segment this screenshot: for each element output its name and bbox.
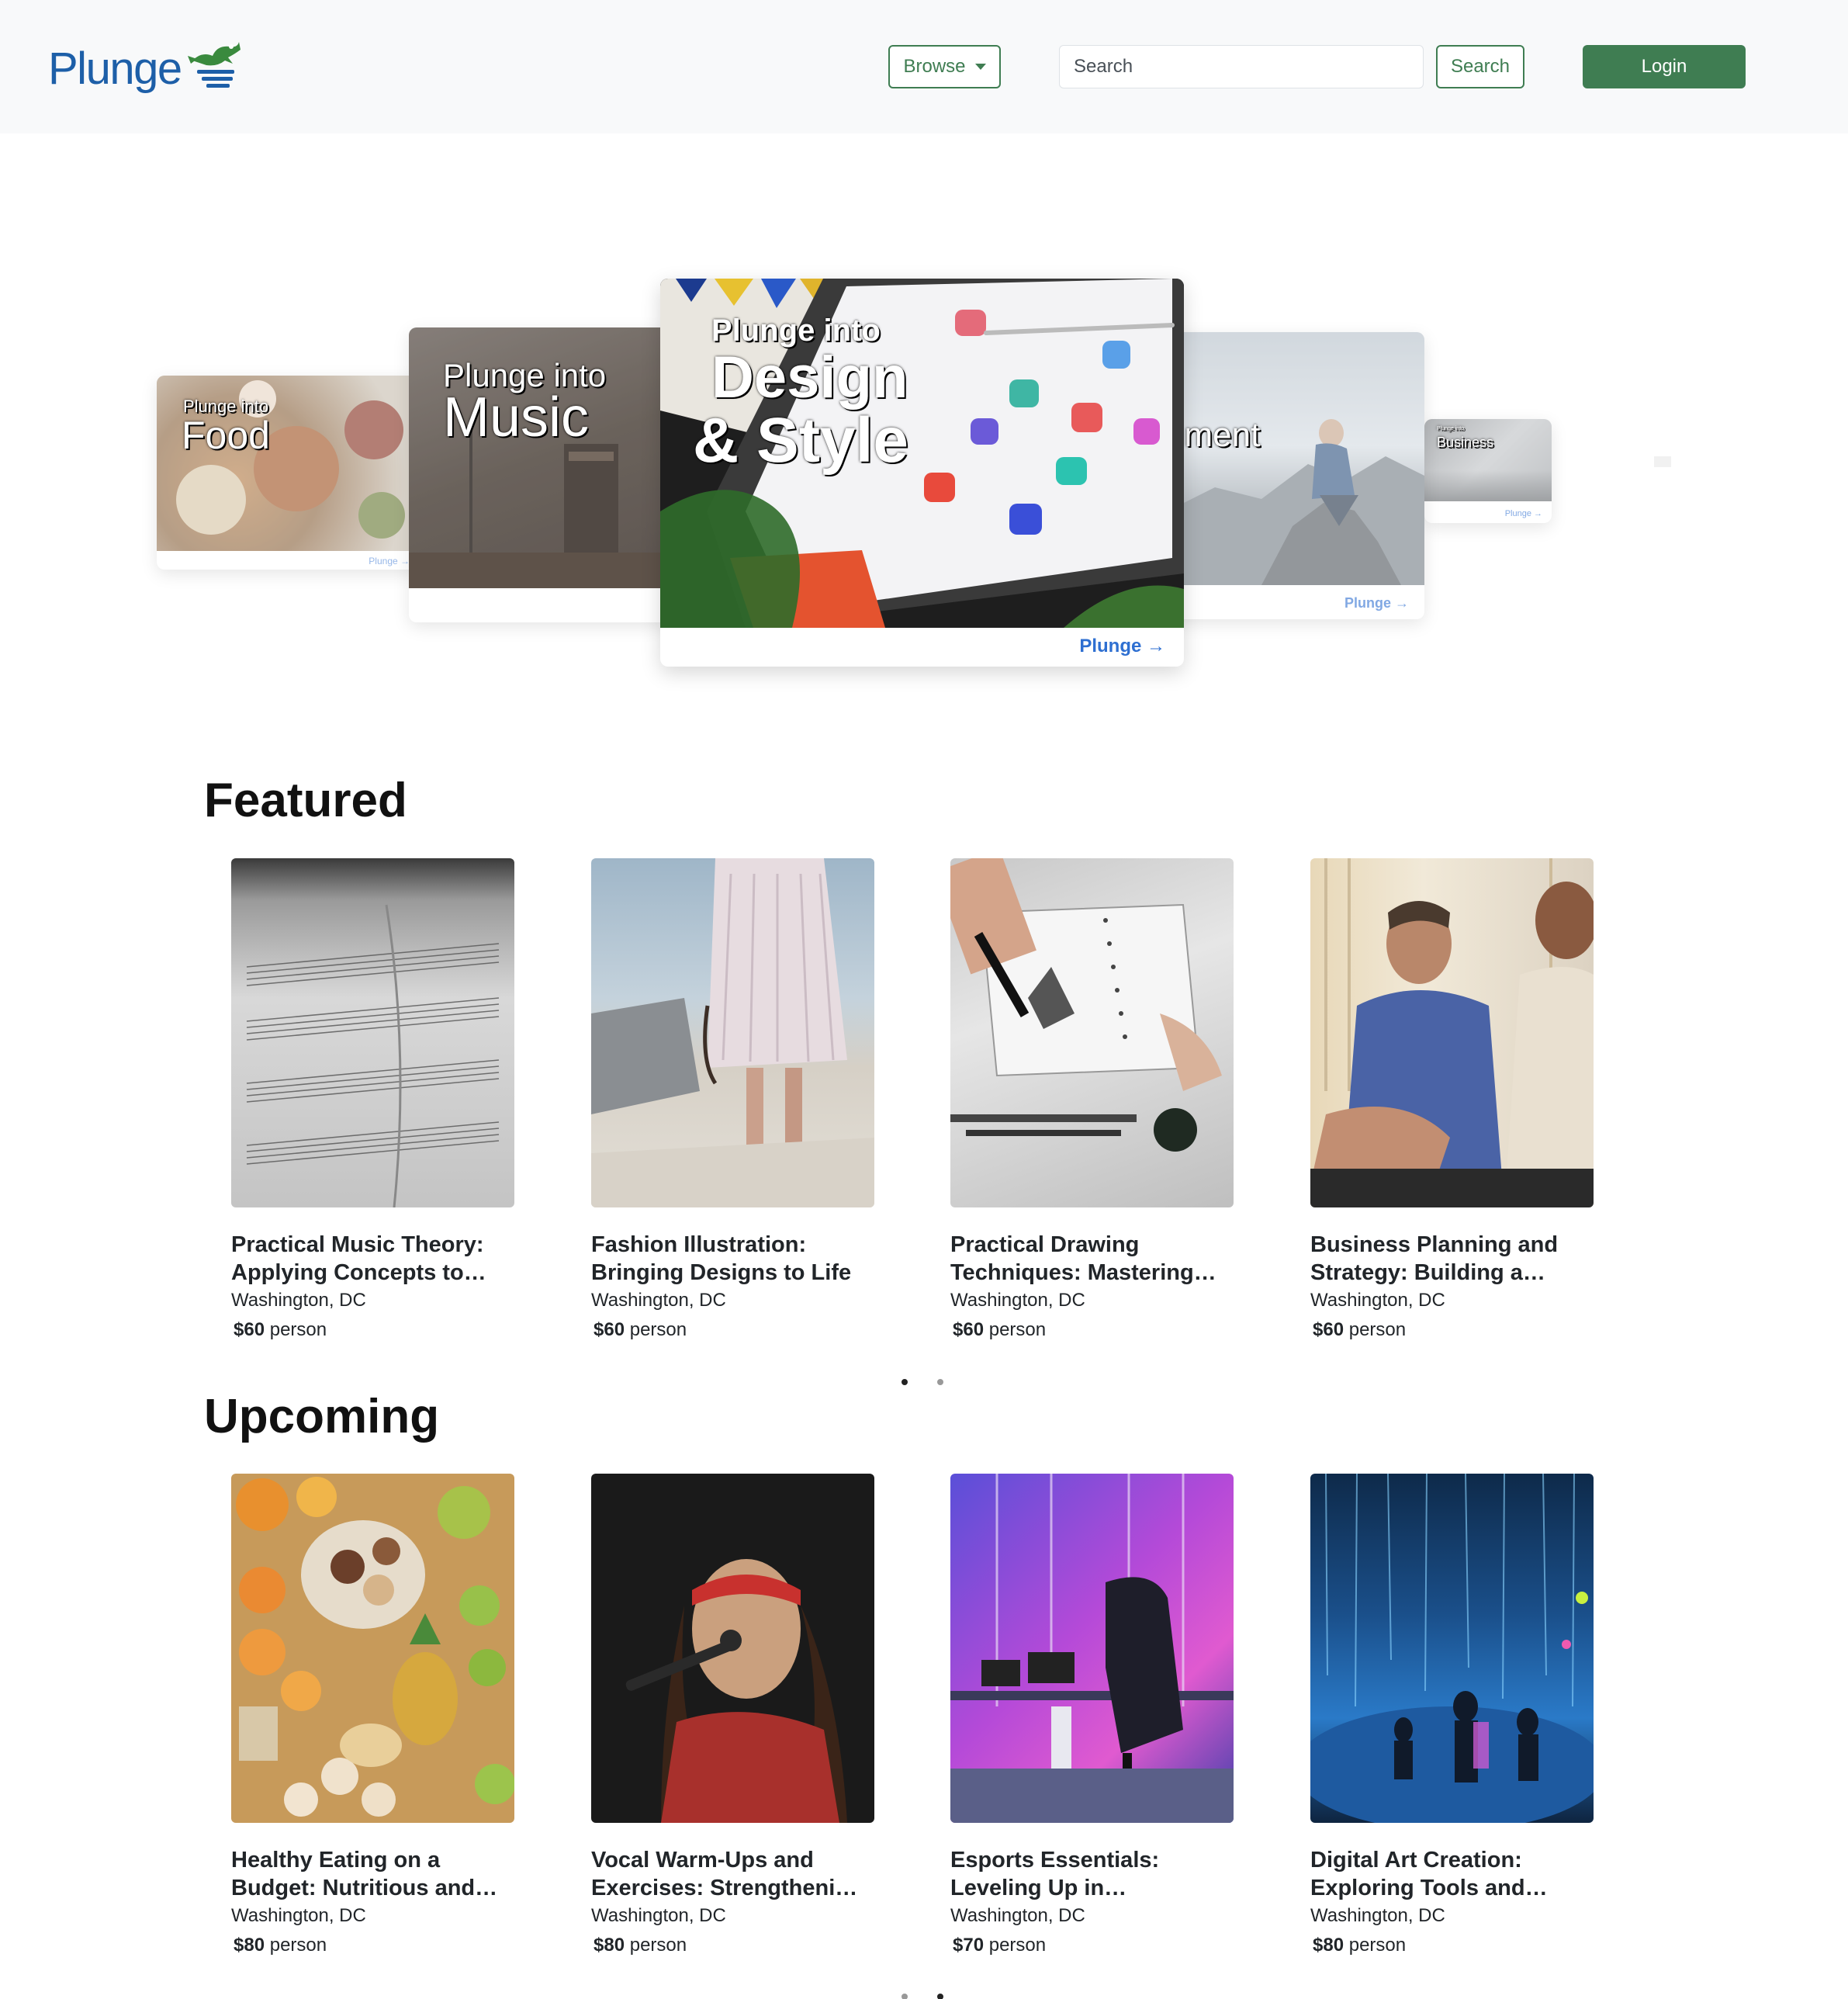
- featured-card-1[interactable]: Practical Music Theory: Applying Concept…: [231, 858, 514, 1341]
- caret-down-icon: [974, 64, 986, 70]
- hero-slide-business-cta[interactable]: Plunge →: [1505, 509, 1542, 518]
- business-men-image: [1310, 858, 1594, 1207]
- card-title: Digital Art Creation: Exploring Tools an…: [1310, 1848, 1548, 1900]
- frog-logo-icon: [187, 42, 241, 88]
- hero-slide-food-topic: Food: [182, 414, 270, 457]
- hero-slide-entertainment[interactable]: nment Plunge →: [1168, 332, 1424, 619]
- price-value: $60: [234, 1319, 265, 1340]
- featured-card-2[interactable]: Fashion Illustration: Bringing Designs t…: [591, 858, 874, 1341]
- card-price: $60 person: [231, 1319, 514, 1341]
- card-title: Healthy Eating on a Budget: Nutritious a…: [231, 1848, 498, 1900]
- price-value: $70: [953, 1935, 985, 1956]
- card-price: $60 person: [950, 1319, 1234, 1341]
- featured-pagination: [902, 1379, 943, 1385]
- price-value: $60: [594, 1319, 625, 1340]
- upcoming-card-1[interactable]: Healthy Eating on a Budget: Nutritious a…: [231, 1474, 514, 1956]
- pagination-dot[interactable]: [902, 1994, 908, 1999]
- card-title: Practical Music Theory: Applying Concept…: [231, 1232, 486, 1285]
- featured-card-4[interactable]: Business Planning and Strategy: Building…: [1310, 858, 1594, 1341]
- price-value: $80: [234, 1935, 265, 1956]
- hero-slide-design-prefix: Plunge into: [711, 314, 881, 348]
- card-price: $60 person: [591, 1319, 874, 1341]
- price-value: $60: [953, 1319, 985, 1340]
- brand-logo[interactable]: Plunge: [48, 37, 242, 99]
- upcoming-card-2[interactable]: Vocal Warm-Ups and Exercises: Strengthen…: [591, 1474, 874, 1956]
- card-location: Washington, DC: [231, 1290, 366, 1311]
- price-unit: person: [988, 1319, 1047, 1340]
- price-unit: person: [629, 1319, 687, 1340]
- sketchbook-image: [950, 858, 1234, 1207]
- hero-slide-far-right[interactable]: [1651, 450, 1674, 497]
- card-price: $80 person: [1310, 1935, 1594, 1956]
- hero-slide-design-cta[interactable]: Plunge →: [1079, 636, 1165, 657]
- featured-title: Featured: [204, 774, 407, 827]
- card-price: $70 person: [950, 1935, 1234, 1956]
- upcoming-card-4[interactable]: Digital Art Creation: Exploring Tools an…: [1310, 1474, 1594, 1956]
- hero-slide-design-topic2: & Style: [693, 405, 908, 476]
- card-location: Washington, DC: [950, 1905, 1085, 1926]
- hero-slide-business-topic: Business: [1437, 435, 1494, 450]
- price-unit: person: [1348, 1319, 1407, 1340]
- login-button[interactable]: Login: [1583, 45, 1746, 88]
- pagination-dot[interactable]: [937, 1379, 943, 1385]
- browse-dropdown-button[interactable]: Browse: [888, 45, 1001, 88]
- pagination-dot[interactable]: [902, 1379, 908, 1385]
- card-location: Washington, DC: [591, 1290, 726, 1311]
- hero-slide-music-topic: Music: [443, 386, 590, 449]
- digital-art-image: [1310, 1474, 1594, 1823]
- price-unit: person: [629, 1935, 687, 1956]
- card-location: Washington, DC: [1310, 1905, 1445, 1926]
- browse-label: Browse: [903, 56, 966, 77]
- hero-slide-business-prefix: Plunge into: [1437, 426, 1465, 431]
- price-unit: person: [269, 1319, 327, 1340]
- card-title: Practical Drawing Techniques: Mastering…: [950, 1232, 1216, 1285]
- hero-carousel: Plunge into Business Plunge → nment Plun…: [0, 133, 1848, 723]
- hero-slide-music[interactable]: Plunge into Music: [409, 327, 673, 622]
- singer-image: [591, 1474, 874, 1823]
- upcoming-title: Upcoming: [204, 1390, 440, 1443]
- search-button[interactable]: Search: [1436, 45, 1524, 88]
- upcoming-card-3[interactable]: Esports Essentials: Leveling Up in… Wash…: [950, 1474, 1234, 1956]
- hero-slide-business[interactable]: Plunge into Business Plunge →: [1424, 419, 1552, 523]
- card-title: Esports Essentials: Leveling Up in…: [950, 1848, 1160, 1900]
- hero-slide-design-style[interactable]: Plunge into Design & Style Plunge →: [660, 279, 1184, 667]
- brand-name: Plunge: [48, 43, 182, 94]
- hero-slide-entertainment-cta[interactable]: Plunge →: [1344, 595, 1409, 611]
- gaming-room-image: [950, 1474, 1234, 1823]
- card-location: Washington, DC: [231, 1905, 366, 1926]
- price-unit: person: [1348, 1935, 1407, 1956]
- card-price: $80 person: [231, 1935, 514, 1956]
- card-price: $80 person: [591, 1935, 874, 1956]
- card-price: $60 person: [1310, 1319, 1594, 1341]
- card-location: Washington, DC: [950, 1290, 1085, 1311]
- price-unit: person: [988, 1935, 1047, 1956]
- beach-dress-image: [591, 858, 874, 1207]
- price-value: $80: [1313, 1935, 1344, 1956]
- featured-card-3[interactable]: Practical Drawing Techniques: Mastering……: [950, 858, 1234, 1341]
- card-title: Vocal Warm-Ups and Exercises: Strengthen…: [591, 1848, 858, 1900]
- card-title: Fashion Illustration: Bringing Designs t…: [591, 1232, 852, 1285]
- card-location: Washington, DC: [1310, 1290, 1445, 1311]
- hero-slide-food[interactable]: Plunge into Food Plunge →: [157, 376, 420, 570]
- upcoming-pagination: [902, 1994, 943, 1999]
- navbar: Plunge Browse Search Login: [0, 0, 1848, 133]
- hero-slide-food-prefix: Plunge into: [183, 397, 269, 416]
- sheet-music-image: [231, 858, 514, 1207]
- food-spread-image: [231, 1474, 514, 1823]
- hero-slide-design-topic: Design: [711, 345, 908, 411]
- pagination-dot[interactable]: [937, 1994, 943, 1999]
- hero-slide-food-cta[interactable]: Plunge →: [369, 556, 410, 566]
- search-input[interactable]: [1059, 45, 1424, 88]
- card-title: Business Planning and Strategy: Building…: [1310, 1232, 1559, 1285]
- price-value: $60: [1313, 1319, 1344, 1340]
- price-value: $80: [594, 1935, 625, 1956]
- card-location: Washington, DC: [591, 1905, 726, 1926]
- price-unit: person: [269, 1935, 327, 1956]
